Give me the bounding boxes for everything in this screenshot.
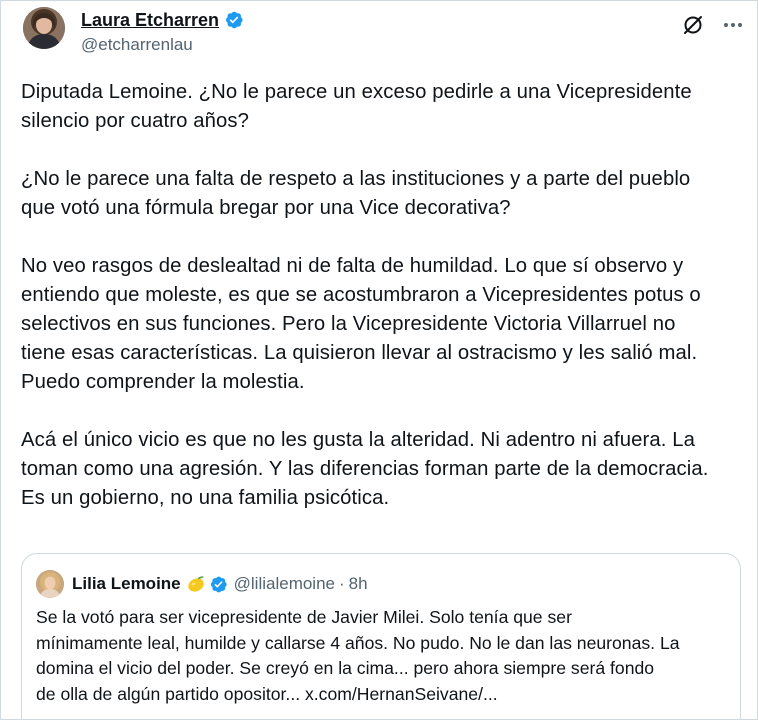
author-handle[interactable]: @etcharrenlau <box>81 35 193 55</box>
author-display-name[interactable]: Laura Etcharren <box>81 10 219 31</box>
tweet-card: Laura Etcharren @etcharrenlau Diputada L… <box>0 0 758 720</box>
tweet-header: Laura Etcharren @etcharrenlau <box>23 7 743 63</box>
author-name-row: Laura Etcharren <box>81 9 244 31</box>
more-options-icon[interactable] <box>721 13 745 37</box>
grok-slash-icon[interactable] <box>681 13 705 37</box>
tweet-paragraph-4: Acá el único vicio es que no les gusta l… <box>21 429 709 509</box>
quoted-separator: · <box>339 574 345 593</box>
author-avatar-photo <box>23 7 65 49</box>
paragraph-spacer <box>21 397 743 426</box>
paragraph-spacer <box>21 223 743 252</box>
quoted-tweet-text: Se la votó para ser vicepresidente de Ja… <box>36 607 680 704</box>
quoted-header: Lilia Lemoine @lilialemoine · 8h <box>72 573 368 595</box>
quoted-timestamp[interactable]: 8h <box>349 574 368 594</box>
tweet-paragraph-1: Diputada Lemoine. ¿No le parece un exces… <box>21 81 692 132</box>
paragraph-spacer <box>21 136 743 165</box>
tweet-paragraph-3: No veo rasgos de deslealtad ni de falta … <box>21 255 701 393</box>
tweet-paragraph-2: ¿No le parece una falta de respeto a las… <box>21 168 691 219</box>
quoted-author-handle[interactable]: @lilialemoine <box>234 574 335 594</box>
quoted-tweet[interactable]: Lilia Lemoine @lilialemoine · 8h Se la v… <box>21 553 741 719</box>
tweet-body: Diputada Lemoine. ¿No le parece un exces… <box>21 78 743 513</box>
lemon-emoji-icon <box>187 576 204 592</box>
verified-badge-icon[interactable] <box>224 10 244 30</box>
author-avatar[interactable] <box>23 7 65 49</box>
quoted-verified-badge-icon[interactable] <box>209 575 228 594</box>
quoted-author-name[interactable]: Lilia Lemoine <box>72 574 181 594</box>
quoted-avatar-photo <box>36 570 64 598</box>
quoted-author-avatar[interactable] <box>36 570 64 598</box>
